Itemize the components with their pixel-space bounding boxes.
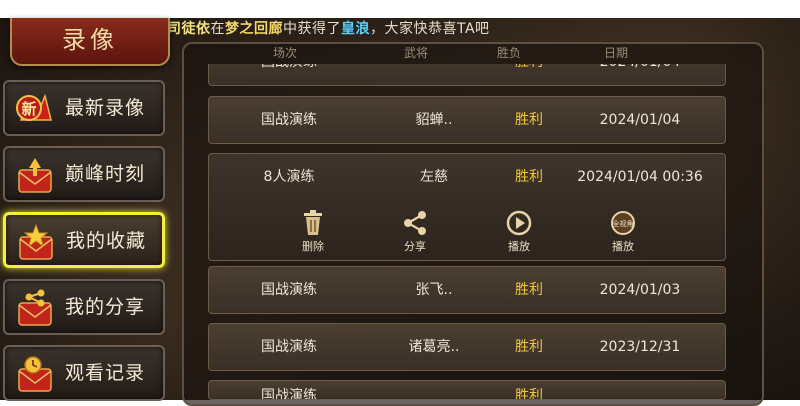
announcement-ticker: 玩家司徒依在梦之回廊中获得了皇浪，大家快恭喜TA吧 <box>138 18 490 40</box>
trash-icon <box>304 210 322 235</box>
new-badge-icon: 新 <box>16 93 52 121</box>
full-view-play-button[interactable]: 全视角 播放 <box>593 210 653 256</box>
row-result: 胜利 <box>515 282 543 298</box>
peak-envelope-icon <box>18 158 52 193</box>
share-icon <box>404 211 426 235</box>
sidebar-item-watch-history[interactable]: 观看记录 <box>3 345 165 401</box>
full-view-badge-text: 全视角 <box>613 219 634 228</box>
share-button[interactable]: 分享 <box>385 210 445 256</box>
history-envelope-icon <box>18 356 52 392</box>
row-general: 张飞.. <box>415 282 453 298</box>
sidebar-item-label: 最新录像 <box>65 97 146 119</box>
ticker-place: 梦之回廊 <box>225 21 283 37</box>
sidebar-item-label: 巅峰时刻 <box>65 163 146 185</box>
ticker-text: 中获得了 <box>283 21 341 37</box>
row-mode: 国战演练 <box>261 339 317 355</box>
row-date: 2024/01/04 <box>599 112 681 128</box>
action-label: 删除 <box>302 240 324 253</box>
column-header-general: 武将 <box>404 46 429 60</box>
action-label: 播放 <box>508 240 530 253</box>
row-mode: 国战演练 <box>261 282 317 298</box>
row-date: 2024/01/04 00:36 <box>577 169 703 185</box>
play-icon <box>506 210 532 236</box>
table-row[interactable]: 国战演练 诸葛亮.. 胜利 2023/12/31 <box>208 323 726 371</box>
row-general: 诸葛亮.. <box>408 339 460 355</box>
table-row[interactable]: 国战演练 张飞.. 胜利 2024/01/03 <box>208 266 726 314</box>
fullview-play-icon: 全视角 <box>611 211 635 235</box>
row-mode: 国战演练 <box>261 388 317 400</box>
action-label: 分享 <box>404 240 426 253</box>
sidebar-item-label: 我的收藏 <box>66 230 147 252</box>
table-row[interactable]: 国战演练 貂蝉.. 胜利 2024/01/04 <box>208 96 726 144</box>
delete-button[interactable]: 删除 <box>283 210 343 256</box>
table-row[interactable]: 国战演练 胜利 <box>208 380 726 400</box>
row-general: 左慈 <box>420 169 448 185</box>
page-title-tab: 录像 <box>10 18 170 66</box>
ticker-player-name: 司徒依 <box>167 21 211 37</box>
row-result: 胜利 <box>515 388 543 400</box>
svg-text:新: 新 <box>21 100 36 118</box>
row-mode: 8人演练 <box>263 169 315 185</box>
star-envelope-icon <box>19 223 53 260</box>
share-envelope-icon <box>18 289 52 326</box>
row-result: 胜利 <box>515 339 543 355</box>
ticker-item: 皇浪 <box>341 21 370 37</box>
row-result: 胜利 <box>515 112 543 128</box>
row-result: 胜利 <box>515 169 543 185</box>
sidebar-item-label: 观看记录 <box>65 362 146 384</box>
column-header-date: 日期 <box>604 46 629 60</box>
row-general: 貂蝉.. <box>415 112 453 128</box>
play-button[interactable]: 播放 <box>489 210 549 256</box>
ticker-text: 在 <box>210 21 225 37</box>
action-label: 播放 <box>612 240 634 253</box>
sidebar-item-label: 我的分享 <box>65 296 146 318</box>
row-date: 2023/12/31 <box>599 339 681 355</box>
sidebar-item-my-favorites[interactable]: 我的收藏 <box>3 212 165 268</box>
sidebar-item-latest-replays[interactable]: 新 最新录像 <box>3 80 165 136</box>
sidebar-item-peak-moments[interactable]: 巅峰时刻 <box>3 146 165 202</box>
column-header-result: 胜负 <box>497 46 522 60</box>
ticker-text: ，大家快恭喜TA吧 <box>370 21 490 37</box>
row-mode: 国战演练 <box>261 112 317 128</box>
sidebar-item-my-shares[interactable]: 我的分享 <box>3 279 165 335</box>
table-row-expanded[interactable]: 8人演练 左慈 胜利 2024/01/04 00:36 删除 分享 播放 全视角… <box>208 153 726 261</box>
column-header-mode: 场次 <box>273 46 298 60</box>
row-date: 2024/01/03 <box>599 282 681 298</box>
page-title: 录像 <box>62 26 118 54</box>
